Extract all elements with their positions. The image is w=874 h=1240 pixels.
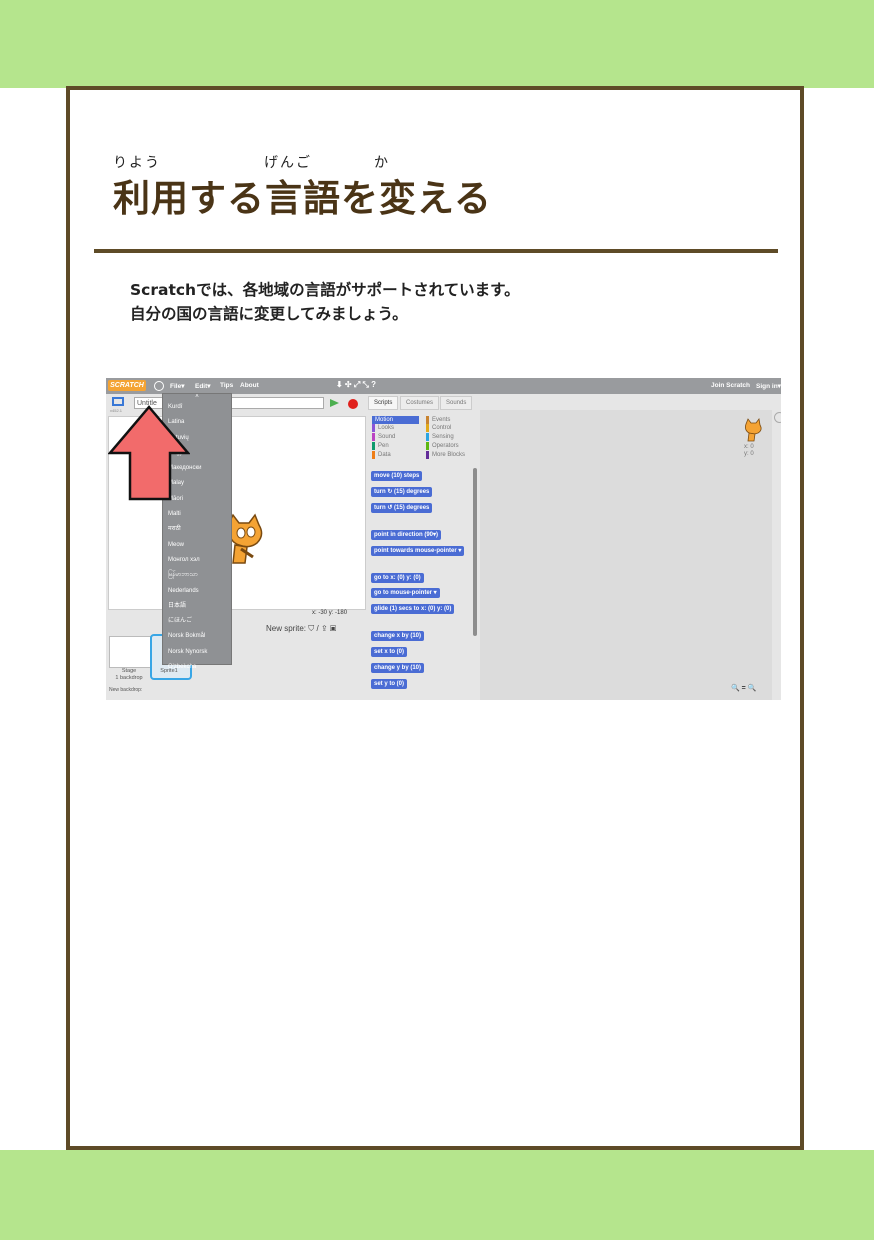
- language-item[interactable]: Meow: [163, 538, 231, 553]
- page-title: 利用する言語を変える: [113, 177, 492, 220]
- title-divider: [94, 249, 778, 253]
- toolbar-icons[interactable]: ⬇ ✣ ⤢ ⤡ ?: [336, 380, 376, 390]
- mouse-coordinates: x: -30 y: -180: [312, 610, 347, 616]
- language-item[interactable]: Монгол хэл: [163, 553, 231, 568]
- category-control[interactable]: Control: [426, 424, 451, 432]
- up-arrow-icon: [108, 405, 190, 501]
- new-backdrop-label: New backdrop:: [109, 687, 143, 693]
- new-sprite-row: New sprite: ⛉ / ⇪ ▣: [266, 624, 336, 634]
- intro-line-1: Scratchでは、各地域の言語がサポートされています。: [130, 281, 520, 299]
- paint-icon[interactable]: /: [316, 624, 318, 633]
- sprite-xy-readout: x: 0 y: 0: [744, 444, 754, 458]
- block-change-x[interactable]: change x by (10): [371, 631, 425, 641]
- stop-icon[interactable]: [348, 399, 358, 409]
- block-go-to-xy[interactable]: go to x: (0) y: (0): [371, 573, 424, 583]
- zoom-controls[interactable]: 🔍 = 🔍: [731, 684, 756, 692]
- globe-icon[interactable]: [154, 381, 164, 391]
- language-item[interactable]: Norsk Nynorsk: [163, 645, 231, 660]
- stage-backdrop-count: 1 backdrop: [115, 675, 143, 681]
- category-sound[interactable]: Sound: [372, 433, 395, 441]
- language-item[interactable]: 日本語: [163, 599, 231, 614]
- bottom-band: [0, 1150, 874, 1240]
- language-item[interactable]: にほんご: [163, 614, 231, 629]
- palette-scrollbar[interactable]: [473, 468, 477, 636]
- sprite-y: y: 0: [744, 451, 754, 457]
- coord-y: y: -180: [328, 610, 348, 616]
- join-scratch-link[interactable]: Join Scratch: [711, 382, 750, 389]
- block-glide[interactable]: glide (1) secs to x: (0) y: (0): [371, 604, 455, 614]
- sign-in-link[interactable]: Sign in▾: [756, 382, 781, 390]
- tab-costumes[interactable]: Costumes: [400, 396, 440, 410]
- stage-thumbnail[interactable]: [109, 636, 151, 668]
- language-item[interactable]: O'zbekcha: [163, 660, 231, 675]
- scratch-screenshot: SCRATCH File▾ Edit▾ Tips About ⬇ ✣ ⤢ ⤡ ?…: [106, 378, 781, 700]
- category-operators[interactable]: Operators: [426, 442, 459, 450]
- category-pen[interactable]: Pen: [372, 442, 389, 450]
- tab-sounds[interactable]: Sounds: [440, 396, 473, 410]
- language-item[interactable]: मराठी: [163, 522, 231, 537]
- new-sprite-label: New sprite:: [266, 624, 307, 633]
- language-item[interactable]: မြန်မာဘာသာ: [163, 568, 231, 583]
- top-band: [0, 0, 874, 88]
- edit-menu[interactable]: Edit▾: [195, 382, 211, 390]
- category-sensing[interactable]: Sensing: [426, 433, 454, 441]
- scratch-logo[interactable]: SCRATCH: [108, 380, 146, 391]
- language-item[interactable]: Norsk Bokmål: [163, 629, 231, 644]
- sprite-info-cat-icon: [745, 418, 762, 442]
- scripts-area[interactable]: [480, 410, 772, 700]
- block-turn-left[interactable]: turn ↺ (15) degrees: [371, 503, 433, 513]
- block-set-y[interactable]: set y to (0): [371, 679, 408, 689]
- category-data[interactable]: Data: [372, 451, 391, 459]
- upload-icon[interactable]: ⇪: [321, 624, 328, 633]
- tips-menu[interactable]: Tips: [220, 382, 233, 389]
- menu-bar: SCRATCH File▾ Edit▾ Tips About ⬇ ✣ ⤢ ⤡ ?…: [106, 378, 781, 394]
- block-move[interactable]: move (10) steps: [371, 471, 423, 481]
- tab-scripts[interactable]: Scripts: [368, 396, 399, 410]
- block-change-y[interactable]: change y by (10): [371, 663, 425, 673]
- category-events[interactable]: Events: [426, 416, 450, 424]
- language-item[interactable]: Nederlands: [163, 584, 231, 599]
- help-circle-icon[interactable]: [774, 412, 781, 423]
- camera-icon[interactable]: ▣: [330, 624, 336, 633]
- block-turn-right[interactable]: turn ↻ (15) degrees: [371, 487, 433, 497]
- green-flag-icon[interactable]: [330, 399, 339, 407]
- language-item[interactable]: Malti: [163, 507, 231, 522]
- intro-text: Scratchでは、各地域の言語がサポートされています。 自分の国の言語に変更し…: [130, 278, 520, 326]
- sprite-x: x: 0: [744, 444, 754, 450]
- stage-label: Stage: [121, 668, 137, 674]
- block-set-x[interactable]: set x to (0): [371, 647, 408, 657]
- sprite-library-icon[interactable]: ⛉: [308, 624, 314, 633]
- block-point-direction[interactable]: point in direction (90▾): [371, 530, 442, 540]
- coord-x: x: -30: [312, 610, 328, 616]
- intro-line-2: 自分の国の言語に変更してみましょう。: [130, 305, 408, 323]
- about-menu[interactable]: About: [240, 382, 259, 389]
- block-go-to[interactable]: go to mouse-pointer ▾: [371, 588, 440, 598]
- category-looks[interactable]: Looks: [372, 424, 394, 432]
- file-menu[interactable]: File▾: [170, 382, 184, 390]
- category-motion[interactable]: Motion: [372, 416, 419, 424]
- block-point-towards[interactable]: point towards mouse-pointer ▾: [371, 546, 465, 556]
- category-more-blocks[interactable]: More Blocks: [426, 451, 465, 459]
